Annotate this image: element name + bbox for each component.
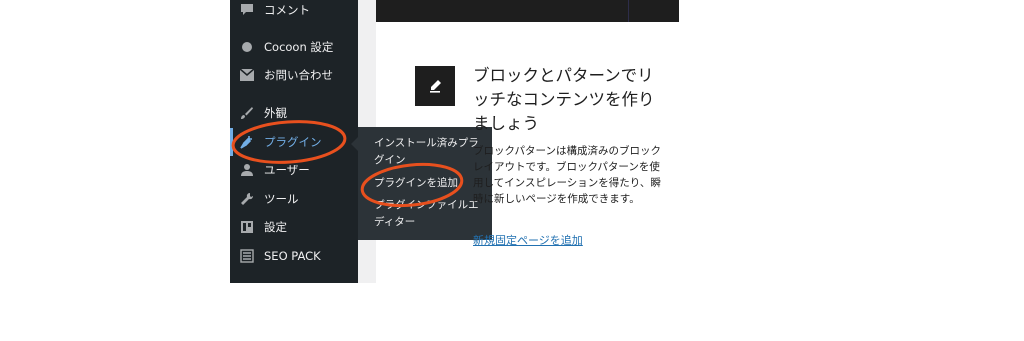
list-icon (238, 247, 256, 265)
menu-item-users[interactable]: ユーザー (230, 156, 358, 184)
wrench-icon (238, 190, 256, 208)
submenu-plugin-editor[interactable]: プラグインファイルエディター (374, 197, 486, 231)
video-panel (376, 0, 679, 22)
admin-sidebar: コメント Cocoon 設定 お問い合わせ 外観 プラグイン ユーザー ツール … (230, 0, 358, 283)
plugin-icon (238, 133, 256, 151)
menu-item-appearance[interactable]: 外観 (230, 99, 358, 127)
menu-item-settings[interactable]: 設定 (230, 213, 358, 241)
mail-icon (238, 66, 256, 84)
menu-item-label: お問い合わせ (264, 68, 333, 82)
comment-icon (238, 1, 256, 19)
menu-item-label: ユーザー (264, 163, 310, 177)
menu-item-label: 設定 (264, 220, 287, 234)
menu-item-label: 外観 (264, 106, 287, 120)
menu-item-label: プラグイン (264, 135, 322, 149)
menu-item-label: SEO PACK (264, 249, 321, 263)
settings-icon (238, 218, 256, 236)
add-new-page-link[interactable]: 新規固定ページを追加 (473, 232, 583, 248)
menu-item-cocoon-settings[interactable]: Cocoon 設定 (230, 33, 358, 61)
menu-item-tools[interactable]: ツール (230, 185, 358, 213)
divider (628, 0, 629, 22)
circle-icon (238, 38, 256, 56)
menu-item-label: コメント (264, 3, 310, 17)
plugins-submenu: インストール済みプラグイン プラグインを追加 プラグインファイルエディター (351, 127, 492, 240)
card-title: ブロックとパターンでリッチなコンテンツを作りましょう (473, 66, 655, 133)
menu-item-seo-pack[interactable]: SEO PACK (230, 242, 358, 270)
menu-item-label: Cocoon 設定 (264, 40, 334, 54)
menu-item-comments[interactable]: コメント (230, 0, 358, 24)
menu-item-label: ツール (264, 192, 299, 206)
brush-icon (238, 104, 256, 122)
submenu-installed-plugins[interactable]: インストール済みプラグイン (374, 135, 486, 169)
user-icon (238, 161, 256, 179)
pencil-icon (415, 66, 455, 106)
submenu-add-plugin[interactable]: プラグインを追加 (374, 175, 486, 192)
menu-item-contact[interactable]: お問い合わせ (230, 61, 358, 89)
menu-item-plugins[interactable]: プラグイン (230, 128, 358, 156)
card-description: ブロックパターンは構成済みのブロックレイアウトです。ブロックパターンを使用してイ… (473, 145, 661, 205)
